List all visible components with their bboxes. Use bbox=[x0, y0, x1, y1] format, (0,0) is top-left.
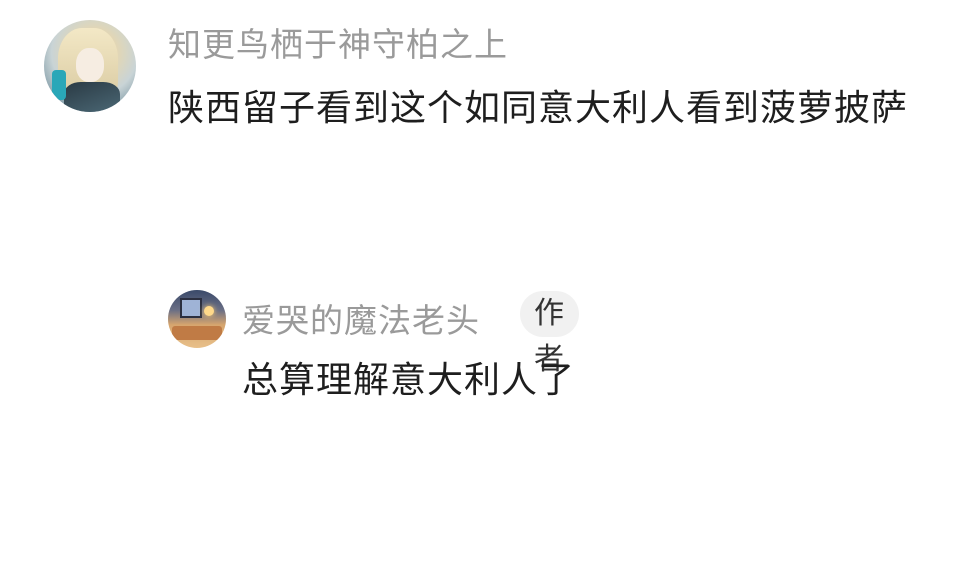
reply-username[interactable]: 爱哭的魔法老头 bbox=[242, 294, 480, 342]
avatar-table bbox=[172, 326, 222, 340]
author-badge: 作者 bbox=[520, 291, 579, 377]
avatar[interactable] bbox=[44, 20, 136, 112]
avatar-lamp bbox=[204, 306, 214, 316]
comment-username[interactable]: 知更鸟栖于神守柏之上 bbox=[168, 18, 508, 66]
comment-text: 陕西留子看到这个如同意大利人看到菠萝披萨 bbox=[168, 88, 909, 129]
avatar-window bbox=[180, 298, 202, 318]
avatar[interactable] bbox=[168, 290, 226, 348]
reply-text: 总算理解意大利人了 bbox=[242, 360, 576, 401]
avatar-face bbox=[76, 48, 104, 82]
avatar-coat bbox=[64, 82, 120, 112]
avatar-accent bbox=[52, 70, 66, 100]
